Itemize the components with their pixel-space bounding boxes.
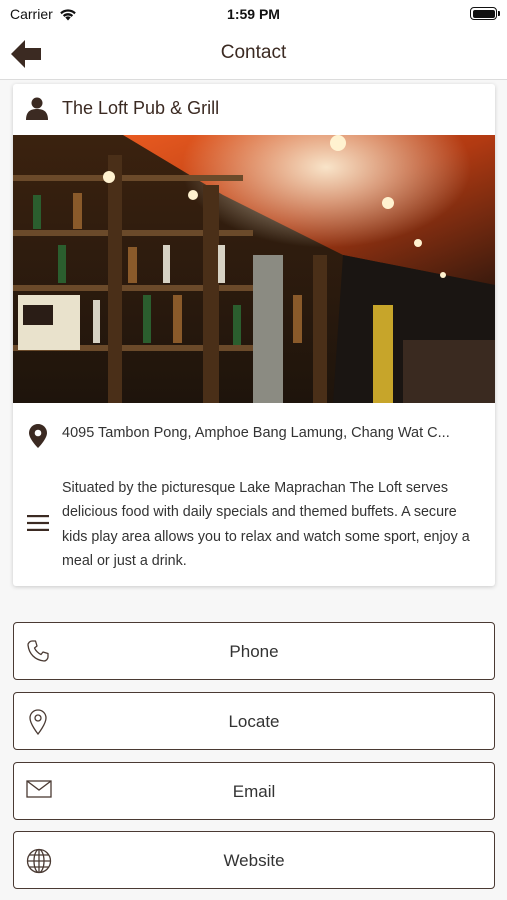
battery-icon [470, 7, 500, 20]
venue-card-header: The Loft Pub & Grill [13, 84, 495, 135]
website-button-label: Website [223, 851, 285, 870]
menu-lines-icon [27, 515, 49, 531]
email-button-label: Email [232, 782, 276, 801]
venue-photo [13, 135, 495, 403]
venue-card: The Loft Pub & Grill 4095 Tambon Pong, A… [13, 84, 495, 586]
locate-button-label: Locate [228, 712, 280, 731]
clock: 1:59 PM [227, 6, 280, 22]
address-row: 4095 Tambon Pong, Amphoe Bang Lamung, Ch… [13, 403, 495, 467]
navigation-bar: Contact [0, 28, 507, 80]
website-button[interactable]: Website [13, 831, 495, 889]
person-icon [26, 97, 48, 120]
description-row: Situated by the picturesque Lake Maprach… [13, 467, 495, 586]
phone-button[interactable]: Phone [13, 622, 495, 680]
phone-button-label: Phone [229, 642, 279, 661]
venue-description: Situated by the picturesque Lake Maprach… [62, 480, 470, 569]
locate-button[interactable]: Locate [13, 692, 495, 750]
status-bar: Carrier 1:59 PM [0, 0, 507, 28]
location-pin-icon [29, 424, 47, 448]
venue-name: The Loft Pub & Grill [62, 98, 220, 118]
email-button[interactable]: Email [13, 762, 495, 820]
venue-address: 4095 Tambon Pong, Amphoe Bang Lamung, Ch… [62, 425, 450, 441]
page-title: Contact [220, 42, 287, 63]
